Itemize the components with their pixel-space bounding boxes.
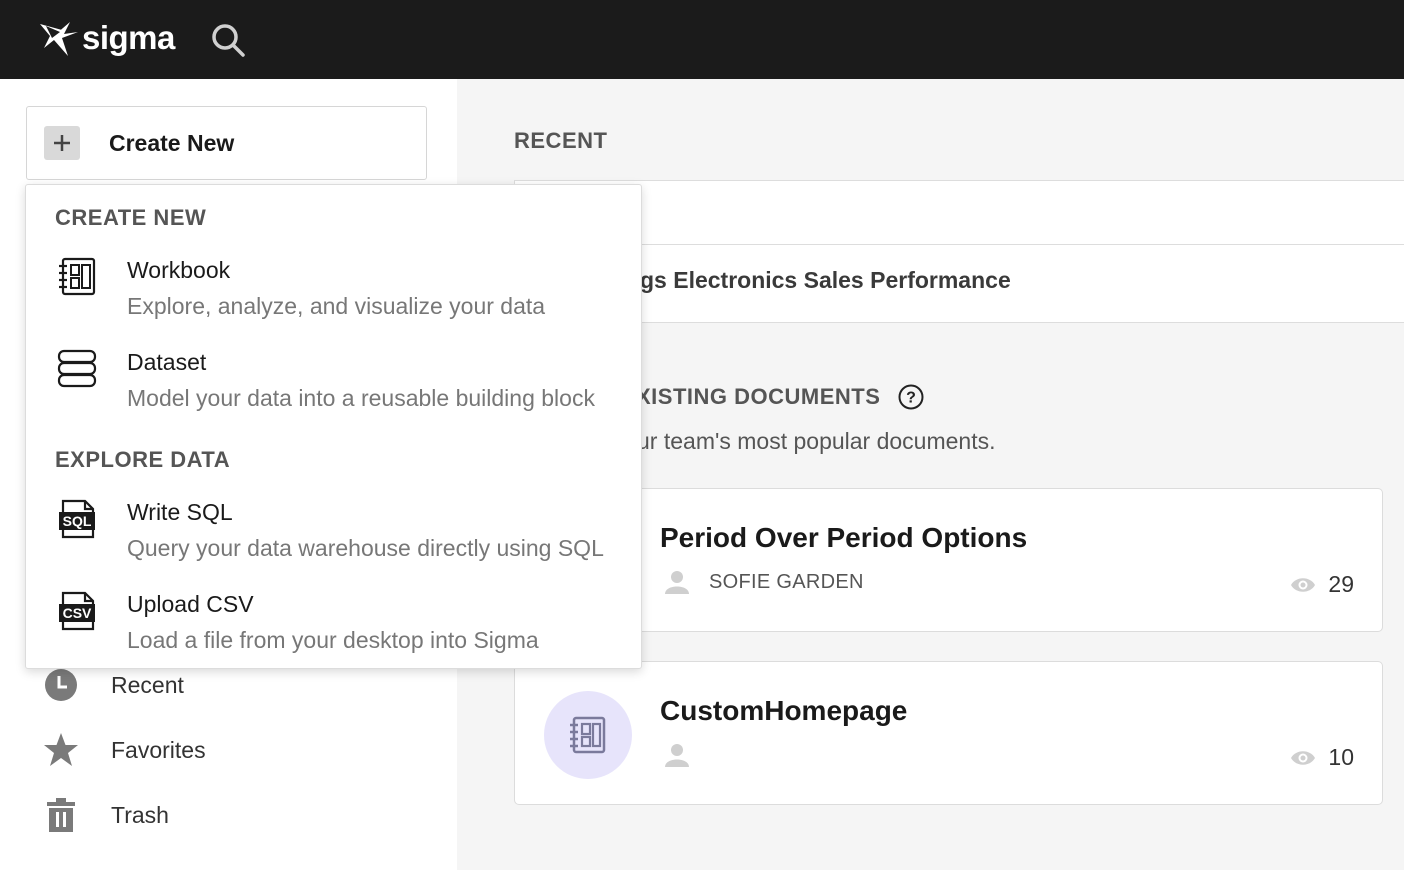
document-thumbnail	[544, 691, 632, 779]
menu-item-description: Explore, analyze, and visualize your dat…	[127, 293, 546, 319]
csv-badge: CSV	[63, 605, 92, 621]
eye-icon	[1291, 577, 1316, 592]
view-count: 29	[1290, 571, 1354, 598]
csv-file-icon: CSV	[59, 591, 95, 631]
owner-name: SOFIE GARDEN	[709, 570, 864, 593]
menu-item-workbook[interactable]: Workbook Explore, analyze, and visualize…	[26, 257, 641, 337]
top-bar: sigma	[0, 0, 1404, 79]
sidebar-item-recent[interactable]: Recent	[42, 666, 184, 704]
workbook-icon	[570, 716, 606, 754]
user-icon	[665, 571, 689, 594]
menu-item-description: Query your data warehouse directly using…	[127, 535, 604, 561]
menu-item-upload-csv[interactable]: CSV Upload CSV Load a file from your des…	[26, 591, 641, 671]
sidebar-item-label: Trash	[111, 801, 169, 828]
menu-section-heading: CREATE NEW	[55, 205, 207, 230]
menu-item-description: Model your data into a reusable building…	[127, 385, 595, 411]
sigma-logo[interactable]: sigma	[38, 18, 175, 60]
user-icon	[665, 744, 689, 767]
sql-badge: SQL	[63, 513, 92, 529]
existing-documents-heading: XISTING DOCUMENTS	[636, 384, 881, 409]
svg-text:?: ?	[907, 390, 917, 407]
workbook-icon	[59, 257, 96, 296]
views-count: 29	[1328, 571, 1354, 597]
create-new-button[interactable]: Create New	[26, 106, 427, 180]
sidebar-item-trash[interactable]: Trash	[42, 796, 169, 834]
sidebar-item-label: Favorites	[111, 736, 206, 763]
menu-item-write-sql[interactable]: SQL Write SQL Query your data warehouse …	[26, 499, 641, 579]
brand-name: sigma	[82, 19, 175, 56]
menu-item-description: Load a file from your desktop into Sigma	[127, 627, 539, 653]
existing-documents-header: XISTING DOCUMENTS ?	[636, 384, 924, 410]
existing-documents-subtitle: ur team's most popular documents.	[637, 428, 996, 454]
recent-item[interactable]: gs Electronics Sales Performance	[515, 245, 1404, 323]
create-new-label: Create New	[109, 129, 235, 156]
star-icon	[42, 731, 80, 769]
plus-icon	[44, 126, 80, 160]
menu-item-dataset[interactable]: Dataset Model your data into a reusable …	[26, 349, 641, 429]
menu-item-title: Dataset	[127, 349, 207, 375]
create-new-menu: CREATE NEW Workbook Explore, analyze, an…	[25, 184, 642, 669]
sidebar-item-favorites[interactable]: Favorites	[42, 731, 206, 769]
menu-item-title: Workbook	[127, 257, 231, 283]
document-card[interactable]: CustomHomepage 10	[514, 661, 1383, 805]
menu-section-heading: EXPLORE DATA	[55, 447, 231, 472]
sidebar-item-label: Recent	[111, 671, 184, 698]
sql-file-icon: SQL	[59, 499, 95, 539]
view-count: 10	[1290, 744, 1354, 771]
document-title: CustomHomepage	[660, 695, 908, 726]
menu-item-title: Upload CSV	[127, 591, 254, 617]
document-title: Period Over Period Options	[660, 522, 1028, 553]
recent-item-title: gs Electronics Sales Performance	[640, 267, 1011, 293]
menu-item-title: Write SQL	[127, 499, 233, 525]
clock-icon	[42, 666, 80, 704]
dataset-icon	[57, 349, 97, 388]
views-count: 10	[1328, 744, 1354, 770]
document-owner: SOFIE GARDEN	[665, 570, 864, 594]
trash-icon	[42, 796, 80, 834]
eye-icon	[1291, 750, 1316, 765]
document-owner	[665, 743, 709, 767]
recent-list: gs Electronics Sales Performance	[514, 180, 1404, 323]
help-icon[interactable]: ?	[898, 384, 924, 410]
sigma-logo-icon	[40, 22, 78, 56]
search-icon[interactable]	[210, 22, 246, 58]
recent-heading: RECENT	[514, 128, 608, 153]
document-card[interactable]: Period Over Period Options SOFIE GARDEN …	[514, 488, 1383, 632]
